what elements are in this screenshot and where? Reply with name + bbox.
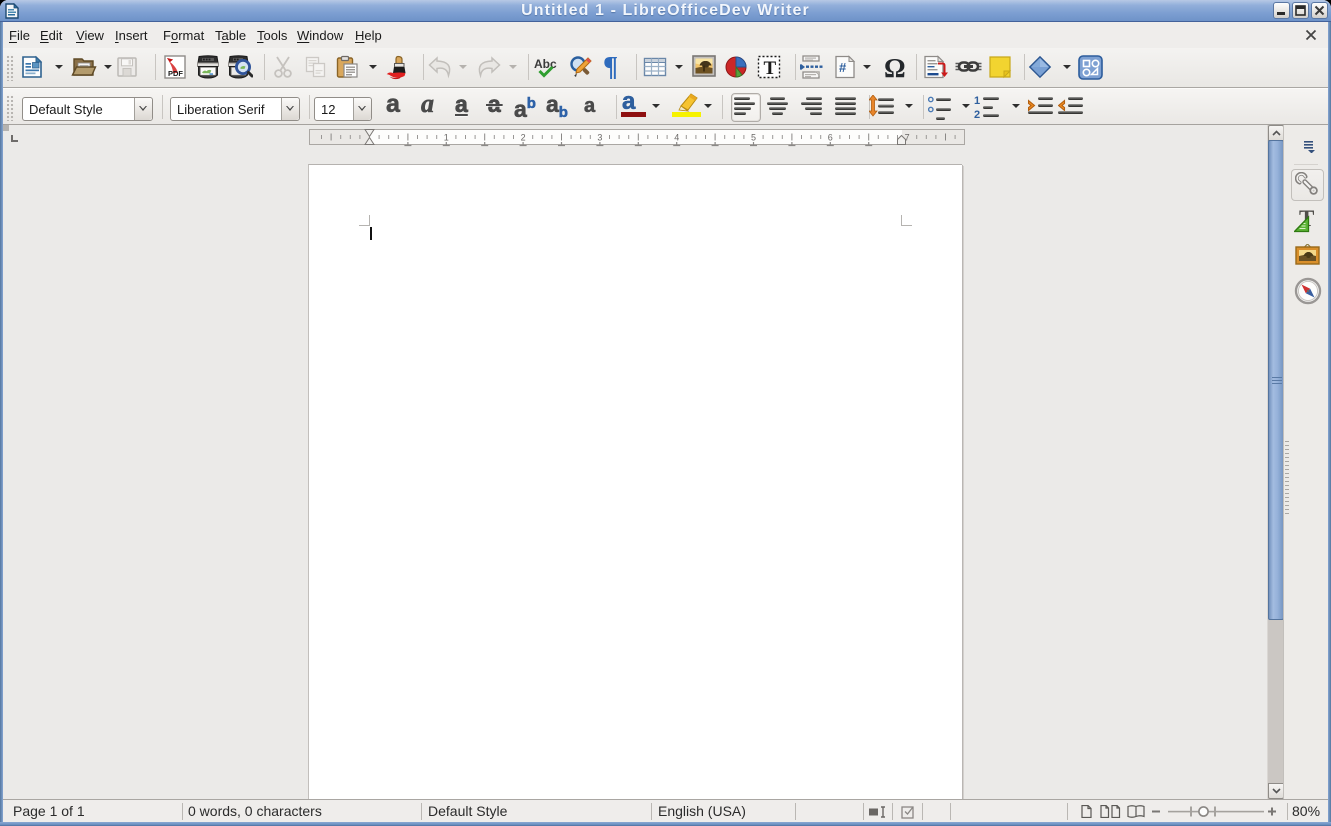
svg-text:PDF: PDF — [168, 69, 183, 78]
svg-text:T: T — [764, 58, 777, 79]
svg-text:4: 4 — [674, 133, 679, 143]
svg-text:1: 1 — [444, 133, 449, 143]
svg-text:Abc: Abc — [534, 57, 557, 71]
svg-text:6: 6 — [828, 133, 833, 143]
svg-text:5: 5 — [751, 133, 756, 143]
svg-text:1: 1 — [974, 95, 980, 107]
svg-text:3: 3 — [597, 133, 602, 143]
svg-text:2: 2 — [974, 109, 980, 120]
svg-text:¶: ¶ — [603, 55, 618, 79]
svg-text:2: 2 — [521, 133, 526, 143]
svg-text:#: # — [839, 60, 847, 75]
svg-text:Ω: Ω — [884, 55, 906, 80]
